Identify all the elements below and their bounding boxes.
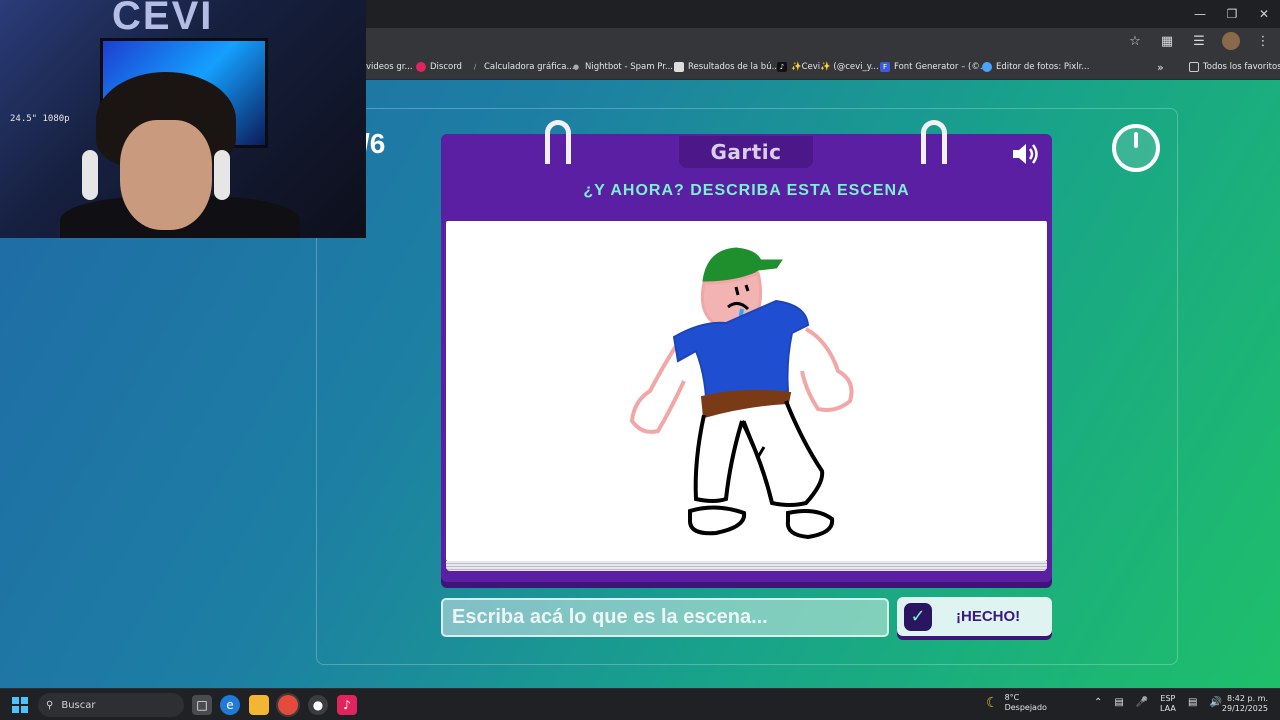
tiktok-icon: ♪ (777, 62, 787, 72)
close-button[interactable]: ✕ (1248, 0, 1280, 28)
microphone-icon[interactable]: 🎤 (1136, 697, 1148, 708)
clock[interactable]: 8:42 p. m. 29/12/2025 (1222, 694, 1268, 714)
bookmark-label: videos gr... (366, 62, 413, 72)
media-icon[interactable]: ☰ (1190, 32, 1208, 50)
tray-app-icon[interactable]: ▤ (1114, 697, 1123, 708)
chevron-up-icon[interactable]: ⌃ (1094, 697, 1102, 708)
weather-widget[interactable]: ☾ 8°C Despejado (986, 693, 1047, 713)
page-icon (674, 62, 684, 72)
done-button[interactable]: ✓ ¡HECHO! (897, 597, 1052, 636)
folder-icon (1189, 62, 1199, 72)
bookmark-label: Discord (430, 62, 462, 72)
network-icon: ▤ (1188, 697, 1198, 708)
answer-input[interactable] (441, 598, 889, 637)
more-bookmarks-icon[interactable]: » (1157, 60, 1164, 74)
profile-avatar[interactable] (1222, 32, 1240, 50)
tiktok-live-icon[interactable]: ♪ (337, 695, 357, 715)
scene-card: Gartic ¿Y AHORA? DESCRIBA ESTA ESCENA (441, 120, 1052, 582)
file-explorer-icon[interactable] (249, 695, 269, 715)
taskbar-search[interactable]: ⚲ Buscar (38, 693, 184, 717)
font-icon: F (880, 62, 890, 72)
bookmark-item[interactable]: F Font Generator – (©... (880, 60, 988, 74)
nightbot-icon: ● (572, 63, 580, 71)
task-view-icon[interactable]: □ (192, 695, 212, 715)
weather-desc: Despejado (1004, 703, 1047, 712)
search-label: Buscar (61, 699, 96, 711)
page-edge (446, 561, 1047, 571)
bookmark-label: Font Generator – (©... (894, 62, 988, 72)
pixlr-icon (982, 62, 992, 72)
webcam-person-face (120, 120, 212, 230)
restore-button[interactable]: ❐ (1216, 0, 1248, 28)
logo-tab: Gartic (679, 136, 813, 168)
bookmark-item[interactable]: Resultados de la bú... (674, 60, 780, 74)
all-bookmarks-folder[interactable]: Todos los favoritos (1189, 60, 1280, 74)
webcam-sticker: 24.5" 1080p (10, 114, 70, 124)
windows-start-button[interactable] (12, 697, 28, 713)
extensions-icon[interactable]: ▦ (1158, 32, 1176, 50)
bookmark-label: Resultados de la bú... (688, 62, 780, 72)
desmos-icon: ∕ (473, 63, 477, 71)
webcam-brand: CEVI (112, 0, 214, 38)
moon-icon: ☾ (986, 695, 999, 711)
weather-temp: 8°C (1004, 693, 1020, 702)
bookmark-label: Editor de fotos: Pixlr... (996, 62, 1090, 72)
prompt-title: ¿Y AHORA? DESCRIBA ESTA ESCENA (583, 182, 910, 199)
edge-icon[interactable]: e (220, 695, 240, 715)
menu-icon[interactable]: ⋮ (1254, 32, 1272, 50)
clock-date: 29/12/2025 (1221, 704, 1268, 713)
bookmark-item[interactable]: Editor de fotos: Pixlr... (982, 60, 1089, 74)
done-label: ¡HECHO! (956, 608, 1021, 625)
timer-icon (1112, 124, 1160, 172)
binder-ring (921, 120, 947, 164)
bookmark-item[interactable]: ♪ ✨Cevi✨ (@cevi_y... (777, 60, 879, 74)
headphones-icon (82, 150, 98, 200)
network-volume-tray[interactable]: ▤ 🔊 (1188, 697, 1222, 708)
bookmark-item[interactable]: Discord (416, 60, 462, 74)
drawing-image (629, 247, 854, 540)
speaker-icon[interactable] (1010, 140, 1042, 168)
bookmark-item[interactable]: ● Nightbot - Spam Pr... (571, 60, 673, 74)
window-controls: — ❐ ✕ (1184, 0, 1280, 28)
language-indicator[interactable]: ESP LAA (1160, 694, 1176, 714)
bookmark-item[interactable]: ∕ Calculadora gráfica... (470, 60, 575, 74)
webcam-overlay: CEVI 24.5" 1080p (0, 0, 366, 238)
star-icon[interactable]: ☆ (1126, 32, 1144, 50)
minimize-button[interactable]: — (1184, 0, 1216, 28)
drawing-canvas (446, 221, 1047, 561)
headphones-icon (214, 150, 230, 200)
bookmark-label: ✨Cevi✨ (@cevi_y... (791, 62, 879, 72)
system-tray: ⌃ ▤ 🎤 (1094, 697, 1148, 708)
lang-bottom: LAA (1160, 704, 1176, 713)
check-icon: ✓ (904, 602, 932, 631)
lang-top: ESP (1160, 694, 1176, 703)
taskbar: ⚲ Buscar □ e ● ♪ ☾ 8°C Despejado ⌃ ▤ 🎤 ES… (0, 688, 1280, 720)
clock-time: 8:42 p. m. (1226, 694, 1268, 703)
chrome-icon[interactable] (278, 695, 298, 715)
gartic-logo: Gartic (710, 140, 782, 164)
obs-icon[interactable]: ● (308, 695, 328, 715)
discord-icon (416, 62, 426, 72)
bookmark-label: Calculadora gráfica... (484, 62, 575, 72)
binder-ring (545, 120, 571, 164)
all-bookmarks-label: Todos los favoritos (1203, 62, 1280, 72)
bookmark-item[interactable]: videos gr... (366, 60, 413, 74)
search-icon: ⚲ (46, 699, 54, 711)
bookmark-label: Nightbot - Spam Pr... (585, 62, 674, 72)
volume-icon: 🔊 (1209, 697, 1222, 708)
